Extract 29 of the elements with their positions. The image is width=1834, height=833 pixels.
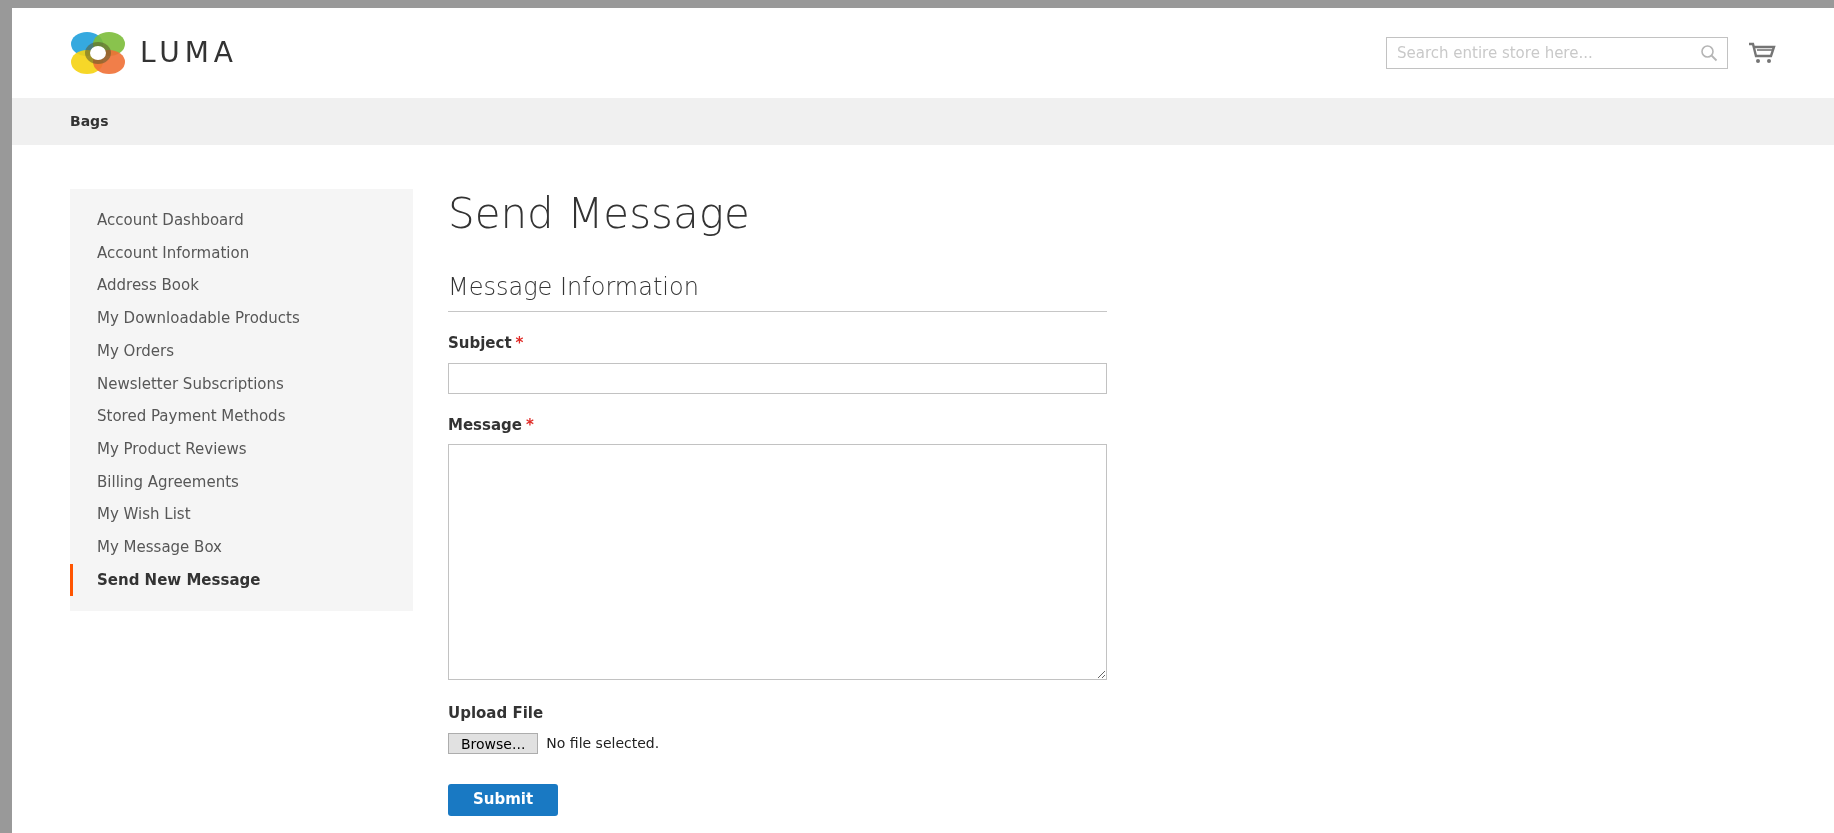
sidebar-item[interactable]: Stored Payment Methods <box>70 400 413 433</box>
logo-icon <box>70 30 126 76</box>
logo-text: LUMA <box>140 35 238 71</box>
nav-item[interactable]: Bags <box>70 111 109 132</box>
sidebar-item[interactable]: Account Information <box>70 236 413 270</box>
sidebar-item[interactable]: Newsletter Subscriptions <box>70 367 413 401</box>
field-label: Upload File <box>448 704 544 722</box>
field-label: Message <box>448 415 522 434</box>
sidebar-item[interactable]: My Product Reviews <box>70 432 413 466</box>
sidebar-item[interactable]: My Orders <box>70 334 413 368</box>
page-title: Send Message <box>448 193 751 235</box>
browse-button[interactable]: Browse... <box>448 732 539 754</box>
submit-button[interactable]: Submit <box>448 783 558 816</box>
subject-field[interactable] <box>448 362 1107 394</box>
section-title: Message Information <box>448 269 1107 312</box>
sidebar-item[interactable]: Billing Agreements <box>70 465 413 499</box>
sidebar-item[interactable]: Account Dashboard <box>70 204 413 237</box>
required-mark: * <box>526 415 534 434</box>
search-icon[interactable] <box>1700 44 1718 62</box>
field-label: Subject <box>448 334 512 352</box>
cart-icon[interactable] <box>1748 42 1776 64</box>
sidebar-item[interactable]: Send New Message <box>70 563 413 597</box>
sidebar-item[interactable]: My Downloadable Products <box>70 302 413 335</box>
file-status: No file selected. <box>546 733 660 753</box>
sidebar-item[interactable]: My Wish List <box>70 498 413 531</box>
message-field[interactable] <box>448 444 1107 680</box>
required-mark: * <box>515 334 524 352</box>
sidebar-item[interactable]: Address Book <box>70 269 413 303</box>
sidebar-item[interactable]: My Message Box <box>70 530 413 564</box>
